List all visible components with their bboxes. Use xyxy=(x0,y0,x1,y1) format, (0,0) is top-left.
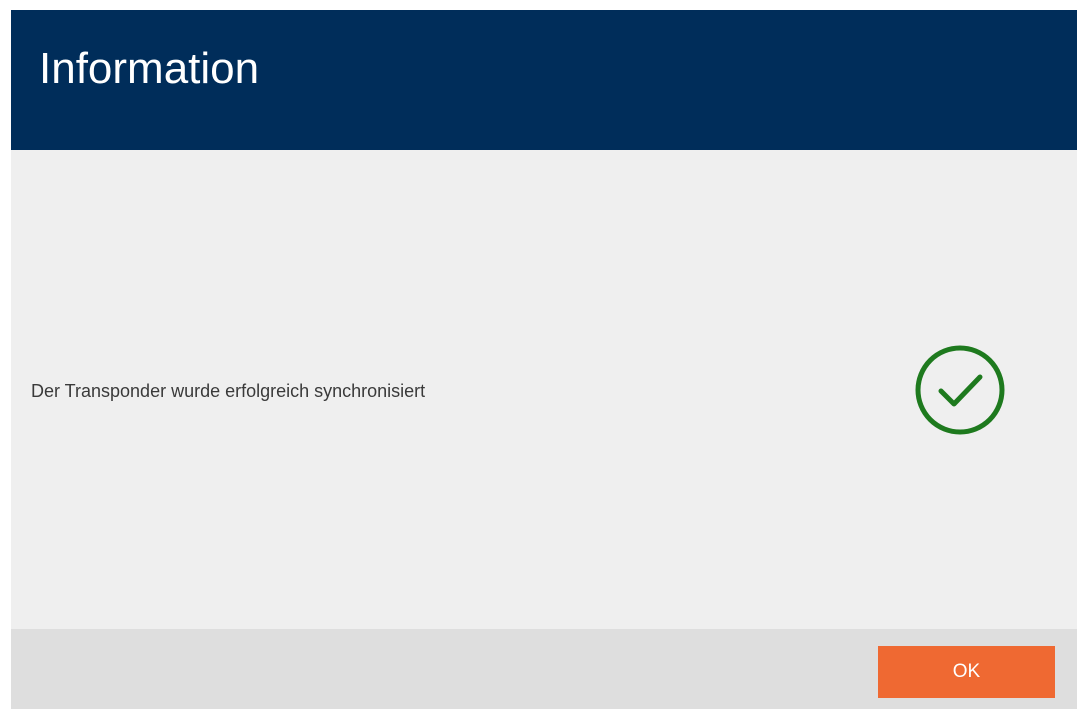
ok-button[interactable]: OK xyxy=(878,646,1055,698)
dialog-content: Der Transponder wurde erfolgreich synchr… xyxy=(11,150,1077,629)
dialog-footer: OK xyxy=(11,629,1077,709)
information-dialog: Information Der Transponder wurde erfolg… xyxy=(11,10,1077,709)
dialog-title-bar: Information xyxy=(11,10,1077,150)
dialog-title: Information xyxy=(39,44,260,93)
dialog-message: Der Transponder wurde erfolgreich synchr… xyxy=(31,381,426,401)
checkmark-circle-outline xyxy=(915,345,1005,435)
checkmark-stroke xyxy=(938,374,983,407)
checkmark-circle-icon xyxy=(915,345,1005,435)
